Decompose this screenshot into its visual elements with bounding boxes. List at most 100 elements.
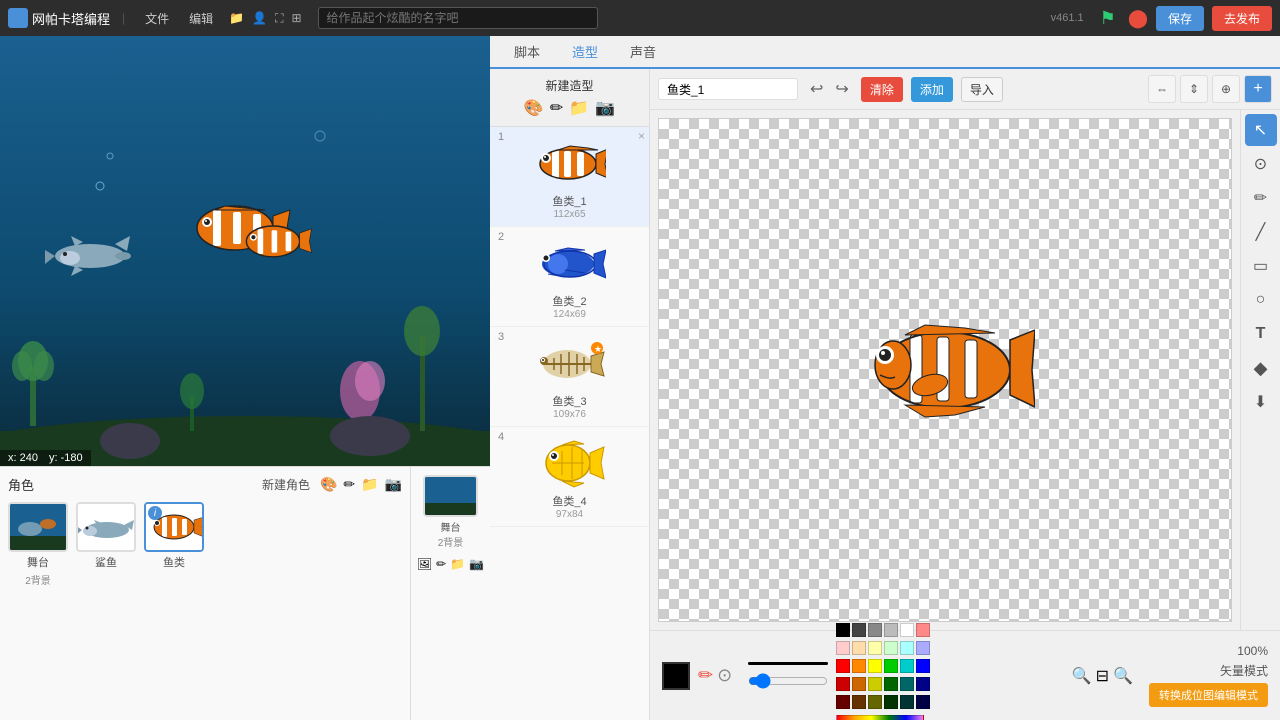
color-swatch-darkblue[interactable]: [916, 677, 930, 691]
tab-sound[interactable]: 声音: [614, 36, 672, 69]
import-button[interactable]: 导入: [961, 77, 1003, 102]
color-swatch-lightcyan[interactable]: [900, 641, 914, 655]
flag-icon[interactable]: ⚑: [1100, 8, 1116, 29]
color-palette: [836, 623, 930, 720]
project-title-input[interactable]: [318, 7, 598, 29]
color-swatch-forestgreen[interactable]: [884, 695, 898, 709]
undo-button[interactable]: ↩: [806, 77, 827, 101]
color-swatch-darkred[interactable]: [836, 677, 850, 691]
color-swatch-lightblue[interactable]: [916, 641, 930, 655]
clear-button[interactable]: 清除: [861, 77, 903, 102]
save-button[interactable]: 保存: [1156, 6, 1204, 31]
color-swatch-wheat[interactable]: [852, 641, 866, 655]
camera-sprite-icon[interactable]: 📷: [385, 476, 402, 493]
color-swatch-green[interactable]: [884, 659, 898, 673]
paint-sprite-icon[interactable]: 🎨: [320, 476, 337, 493]
color-swatch-black[interactable]: [836, 623, 850, 637]
tab-costume[interactable]: 造型: [556, 36, 614, 69]
stop-icon[interactable]: ⬤: [1128, 8, 1148, 29]
draw-canvas[interactable]: [658, 118, 1232, 622]
color-swatch-darkyellow[interactable]: [868, 677, 882, 691]
selected-color-swatch[interactable]: [662, 662, 690, 690]
color-swatch-brown[interactable]: [852, 695, 866, 709]
tool-stamp[interactable]: ⬇: [1245, 386, 1277, 418]
upload-sprite-icon[interactable]: 📁: [361, 476, 378, 493]
stage-coordinates: x: 240 y: -180: [0, 450, 91, 466]
color-swatch-peach[interactable]: [836, 641, 850, 655]
tool-rect[interactable]: ▭: [1245, 250, 1277, 282]
expand-icon[interactable]: ⛶: [275, 11, 283, 26]
zoom-in-button[interactable]: 🔍: [1113, 666, 1133, 686]
sprite-item-stage[interactable]: 舞台 2背景: [8, 502, 68, 587]
center-icon[interactable]: ⊕: [1212, 75, 1240, 103]
color-swatch-teal[interactable]: [900, 659, 914, 673]
color-swatch-yellow[interactable]: [868, 659, 882, 673]
color-swatch-lightgreen[interactable]: [884, 641, 898, 655]
color-swatch-darkgreen[interactable]: [884, 677, 898, 691]
bg-thumb[interactable]: [423, 475, 478, 517]
upload-icon[interactable]: 📁: [229, 11, 244, 25]
costume-size-1: 112x65: [553, 209, 585, 220]
color-swatch-navy[interactable]: [916, 695, 930, 709]
color-swatch-gray[interactable]: [868, 623, 882, 637]
costume-editor: 脚本 造型 声音 新建造型 🎨 ✏ 📁 📷: [490, 36, 1280, 720]
tool-text[interactable]: T: [1245, 318, 1277, 350]
tool-lasso[interactable]: ⊙: [1245, 148, 1277, 180]
person-icon[interactable]: 👤: [252, 11, 267, 25]
color-swatch-orange[interactable]: [852, 659, 866, 673]
color-swatch-maroon[interactable]: [836, 695, 850, 709]
tool-fill[interactable]: ◆: [1245, 352, 1277, 384]
color-swatch-pink-light[interactable]: [916, 623, 930, 637]
costume-item-4[interactable]: 4: [490, 427, 649, 527]
add-costume-icon[interactable]: +: [1244, 75, 1272, 103]
color-row-grays: [836, 623, 930, 637]
color-swatch-rainbow[interactable]: [836, 715, 924, 720]
tool-select[interactable]: ↖: [1245, 114, 1277, 146]
coord-y: y: -180: [49, 452, 83, 464]
sprite-item-fish[interactable]: 鱼类: [144, 502, 204, 587]
paint-costume-icon[interactable]: 🎨: [524, 98, 544, 118]
tab-script[interactable]: 脚本: [498, 36, 556, 69]
sprite-item-shark[interactable]: 鲨鱼: [76, 502, 136, 587]
color-swatch-darkteal[interactable]: [900, 677, 914, 691]
tool-line[interactable]: ╱: [1245, 216, 1277, 248]
menu-file[interactable]: 文件: [137, 8, 177, 29]
costume-item-2[interactable]: 2: [490, 227, 649, 327]
color-swatch-darkgray[interactable]: [852, 623, 866, 637]
costume-close-1[interactable]: ×: [638, 129, 645, 143]
zoom-out-button[interactable]: 🔍: [1072, 666, 1092, 686]
upload-bg-icon[interactable]: 📁: [450, 557, 465, 571]
paint-bg-icon[interactable]: 🖼: [417, 557, 432, 571]
zoom-reset-button[interactable]: ⊟: [1096, 666, 1109, 686]
publish-button[interactable]: 去发布: [1212, 6, 1272, 31]
add-button[interactable]: 添加: [911, 77, 953, 102]
camera-costume-icon[interactable]: 📷: [595, 98, 615, 118]
tool-ellipse[interactable]: ○: [1245, 284, 1277, 316]
line-width-slider[interactable]: [748, 673, 828, 689]
grid-icon[interactable]: ⊞: [291, 11, 301, 25]
tool-pencil[interactable]: ✏: [1245, 182, 1277, 214]
pencil-bg-icon[interactable]: ✏: [436, 557, 446, 571]
pencil-sprite-icon[interactable]: ✏: [343, 476, 355, 493]
color-swatch-darkorange[interactable]: [852, 677, 866, 691]
color-swatch-olive[interactable]: [868, 695, 882, 709]
color-swatch-white[interactable]: [900, 623, 914, 637]
redo-button[interactable]: ↪: [831, 77, 852, 101]
flip-v-icon[interactable]: ⇕: [1180, 75, 1208, 103]
costume-name-field[interactable]: [658, 78, 798, 100]
menu-edit[interactable]: 编辑: [181, 8, 221, 29]
flip-h-icon[interactable]: ⇔: [1148, 75, 1176, 103]
upload-costume-icon[interactable]: 📁: [569, 98, 589, 118]
convert-to-bitmap-button[interactable]: 转换成位图编辑模式: [1149, 683, 1268, 707]
color-swatch-lightgray[interactable]: [884, 623, 898, 637]
costume-item-3[interactable]: 3: [490, 327, 649, 427]
color-swatch-red[interactable]: [836, 659, 850, 673]
costume-item-1[interactable]: 1 ×: [490, 127, 649, 227]
pipette-icon[interactable]: ⊙: [717, 665, 732, 686]
costume-svg-3: ★: [534, 336, 606, 391]
camera-bg-icon[interactable]: 📷: [469, 557, 484, 571]
color-swatch-blue[interactable]: [916, 659, 930, 673]
color-swatch-lightyellow[interactable]: [868, 641, 882, 655]
pencil-costume-icon[interactable]: ✏: [550, 98, 563, 118]
color-swatch-darkteal2[interactable]: [900, 695, 914, 709]
